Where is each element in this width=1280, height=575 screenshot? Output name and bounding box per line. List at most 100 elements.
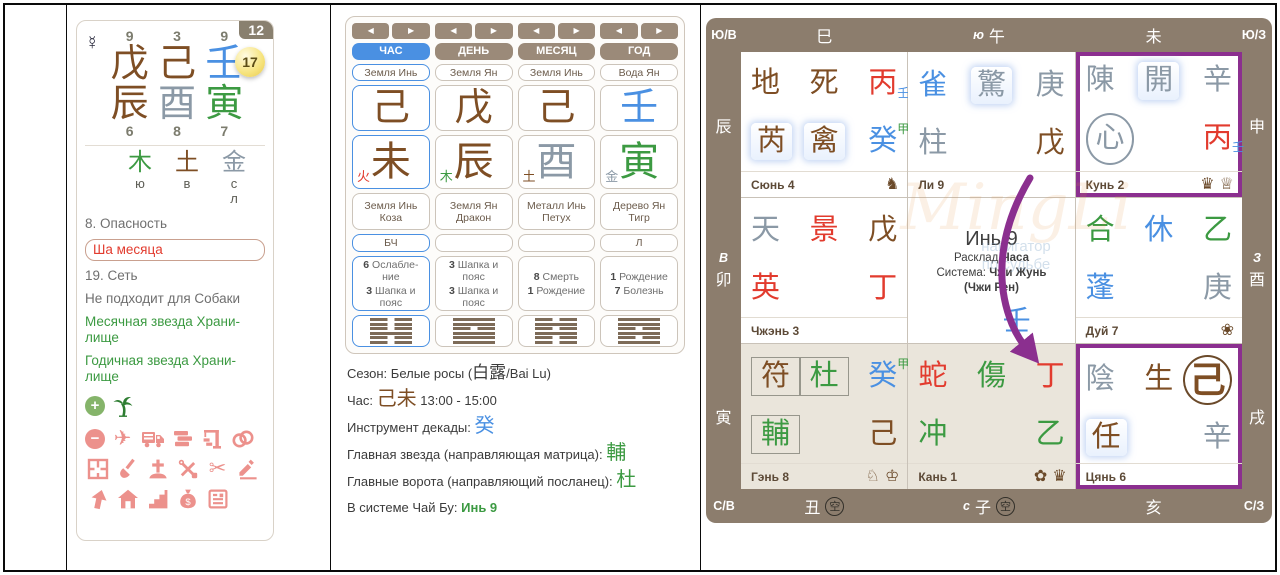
tab-месяц[interactable]: МЕСЯЦ bbox=[518, 43, 596, 60]
prev-button[interactable]: ◀ bbox=[352, 23, 389, 39]
branch-label: 寅 bbox=[715, 404, 731, 428]
mercury-icon: ☿ bbox=[85, 33, 99, 55]
day-notes: 8. ОпасностьШа месяца19. СетьНе подходит… bbox=[85, 216, 265, 385]
prev-button[interactable]: ◀ bbox=[435, 23, 472, 39]
tab-час[interactable]: ЧАС bbox=[352, 43, 430, 60]
career-stairs-icon bbox=[145, 486, 170, 511]
pillar-column-год: ◀ ▶ ГОД Вода Ян 壬 金寅 Дерево Ян Тигр Л 1 … bbox=[600, 23, 678, 347]
branch-label: В卯 bbox=[706, 198, 741, 344]
branch-box: 火未 bbox=[352, 135, 430, 189]
void-marker: 空 bbox=[996, 497, 1015, 516]
palace-cell-ли-9[interactable]: 雀驚庚 柱戊 Ли 9 bbox=[908, 52, 1074, 197]
palace-name: Сюнь 4 bbox=[751, 178, 795, 192]
moving-truck-icon bbox=[140, 426, 165, 451]
palace-cell-сюнь-4[interactable]: 地死丙壬 芮禽癸甲 Сюнь 4 ♞ bbox=[741, 52, 907, 197]
center-palace-info[interactable]: Инь 9 Расклад Часа Система: Чжи Жунь (Чж… bbox=[908, 198, 1074, 343]
branch-label: 丑空 bbox=[742, 494, 907, 518]
palace-grid: 地死丙壬 芮禽癸甲 Сюнь 4 ♞ 雀驚庚 柱戊 Ли 9 陳開辛 心丙壬 К… bbox=[741, 52, 1242, 489]
element-item: 土в bbox=[168, 150, 206, 206]
element-item: 金с л bbox=[215, 150, 253, 206]
highlight-box: 驚 bbox=[971, 67, 1012, 104]
next-button[interactable]: ▶ bbox=[558, 23, 595, 39]
element-summary: 木ю土в金с л bbox=[121, 150, 265, 206]
bazi-pillar: 9 戊 辰 6 bbox=[107, 29, 152, 139]
wedding-rings-icon bbox=[230, 426, 255, 451]
palace-name: Дуй 7 bbox=[1086, 324, 1119, 338]
branch-label: 巳 bbox=[742, 23, 907, 47]
contract-signing-icon bbox=[235, 456, 260, 481]
growth-arrow-icon bbox=[85, 486, 110, 511]
palace-cell-гэнь-8[interactable]: 符杜癸甲 輔己 Гэнь 8 ♘♔ bbox=[741, 344, 907, 489]
palace-name: Чжэнь 3 bbox=[751, 324, 799, 338]
knight-solid-icon: ♞ bbox=[885, 177, 899, 193]
next-button[interactable]: ▶ bbox=[641, 23, 678, 39]
airplane-icon: ✈ bbox=[110, 426, 135, 451]
marker-label bbox=[518, 234, 596, 252]
corner-label: Ю/З bbox=[1236, 28, 1272, 42]
palace-cell-кань-1[interactable]: 蛇傷丁 冲乙 Кань 1 ✿♛ bbox=[908, 344, 1074, 489]
branch-box: 金寅 bbox=[600, 135, 678, 189]
pillar-nav: ◀ ▶ bbox=[518, 23, 596, 39]
hexagram-box bbox=[352, 315, 430, 347]
tab-год[interactable]: ГОД bbox=[600, 43, 678, 60]
palace-label-strip: Ли 9 bbox=[908, 171, 1074, 197]
element-polarity-label: Земля Инь bbox=[518, 64, 596, 81]
chart-title: Инь 9 bbox=[908, 228, 1074, 251]
day-note: 8. Опасность bbox=[85, 216, 265, 232]
element-polarity-label: Земля Ян bbox=[435, 64, 513, 81]
palace-cell-дуй-7[interactable]: 合休乙 蓬庚 Дуй 7 ❀ bbox=[1076, 198, 1242, 343]
branch-label: ю午 bbox=[907, 23, 1072, 47]
palace-content: 雀驚庚 柱戊 bbox=[908, 56, 1074, 171]
repair-tools-icon bbox=[175, 456, 200, 481]
palace-name: Кунь 2 bbox=[1086, 178, 1125, 192]
animal-label: Земля Инь Коза bbox=[352, 193, 430, 230]
animal-label: Металл Инь Петух bbox=[518, 193, 596, 230]
outlined-box: 杜 bbox=[800, 357, 849, 396]
highlight-box: 任 bbox=[1086, 419, 1127, 456]
highlight-box: 禽 bbox=[804, 123, 845, 160]
chart-info: Сезон: Белые росы (白露/Bai Lu) Час: 己未 13… bbox=[347, 364, 692, 525]
panel-divider bbox=[330, 5, 331, 570]
palace-cell-кунь-2[interactable]: 陳開辛 心丙壬 Кунь 2 ♛♕ bbox=[1076, 52, 1242, 197]
prev-button[interactable]: ◀ bbox=[518, 23, 555, 39]
element-polarity-label: Вода Ян bbox=[600, 64, 678, 81]
branch-label: 戌 bbox=[1249, 404, 1265, 428]
house-icon bbox=[115, 486, 140, 511]
corner-label: С/В bbox=[706, 499, 742, 513]
center-stem: 壬 bbox=[1003, 299, 1031, 339]
divider bbox=[85, 145, 265, 146]
palace-label-strip: Дуй 7 ❀ bbox=[1076, 317, 1242, 343]
crown-outline-icon: ♕ bbox=[1220, 177, 1234, 193]
next-button[interactable]: ▶ bbox=[475, 23, 512, 39]
palace-cell-чжэнь-3[interactable]: 天景戊 英丁 Чжэнь 3 bbox=[741, 198, 907, 343]
next-button[interactable]: ▶ bbox=[392, 23, 429, 39]
palace-content: 陰生己 任辛 bbox=[1076, 348, 1242, 463]
grave-cross-icon bbox=[145, 456, 170, 481]
hexagram-box bbox=[518, 315, 596, 347]
element-item: 木ю bbox=[121, 150, 159, 206]
tab-день[interactable]: ДЕНЬ bbox=[435, 43, 513, 60]
svg-text:$: $ bbox=[185, 497, 191, 508]
pillar-nav: ◀ ▶ bbox=[352, 23, 430, 39]
sha-warning-badge: Ша месяца bbox=[85, 239, 265, 261]
palace-label-strip: Чжэнь 3 bbox=[741, 317, 907, 343]
palace-name: Гэнь 8 bbox=[751, 470, 789, 484]
compass-bar-north: С/В 丑空 с子空 亥 С/З bbox=[706, 489, 1272, 523]
knight-outline-icon: ♘ bbox=[866, 469, 880, 485]
qimen-chart: Ю/В 巳 ю午 未 Ю/З 辰 В卯 寅 申 З酉 戌 С/В 丑空 с子空 … bbox=[706, 18, 1272, 523]
palace-label-strip: Кунь 2 ♛♕ bbox=[1076, 171, 1242, 197]
stem-box: 己 bbox=[518, 85, 596, 131]
palace-label-strip: Кань 1 ✿♛ bbox=[908, 463, 1074, 489]
news-document-icon bbox=[205, 486, 230, 511]
corner-label: С/З bbox=[1236, 499, 1272, 513]
branch-label: с子空 bbox=[907, 494, 1072, 518]
day-number-badge: 12 bbox=[239, 21, 273, 39]
life-stage-box: 1 Рождение7 Болезнь bbox=[600, 256, 678, 311]
vacation-palm-icon bbox=[110, 393, 135, 418]
prev-button[interactable]: ◀ bbox=[600, 23, 637, 39]
compass-bar-south: Ю/В 巳 ю午 未 Ю/З bbox=[706, 18, 1272, 52]
palace-cell-цянь-6[interactable]: 陰生己 任辛 Цянь 6 bbox=[1076, 344, 1242, 489]
life-stage-box: 6 Ослабле-ние3 Шапка и пояс bbox=[352, 256, 430, 311]
palace-content: 符杜癸甲 輔己 bbox=[741, 348, 907, 463]
corner-label: Ю/В bbox=[706, 28, 742, 42]
